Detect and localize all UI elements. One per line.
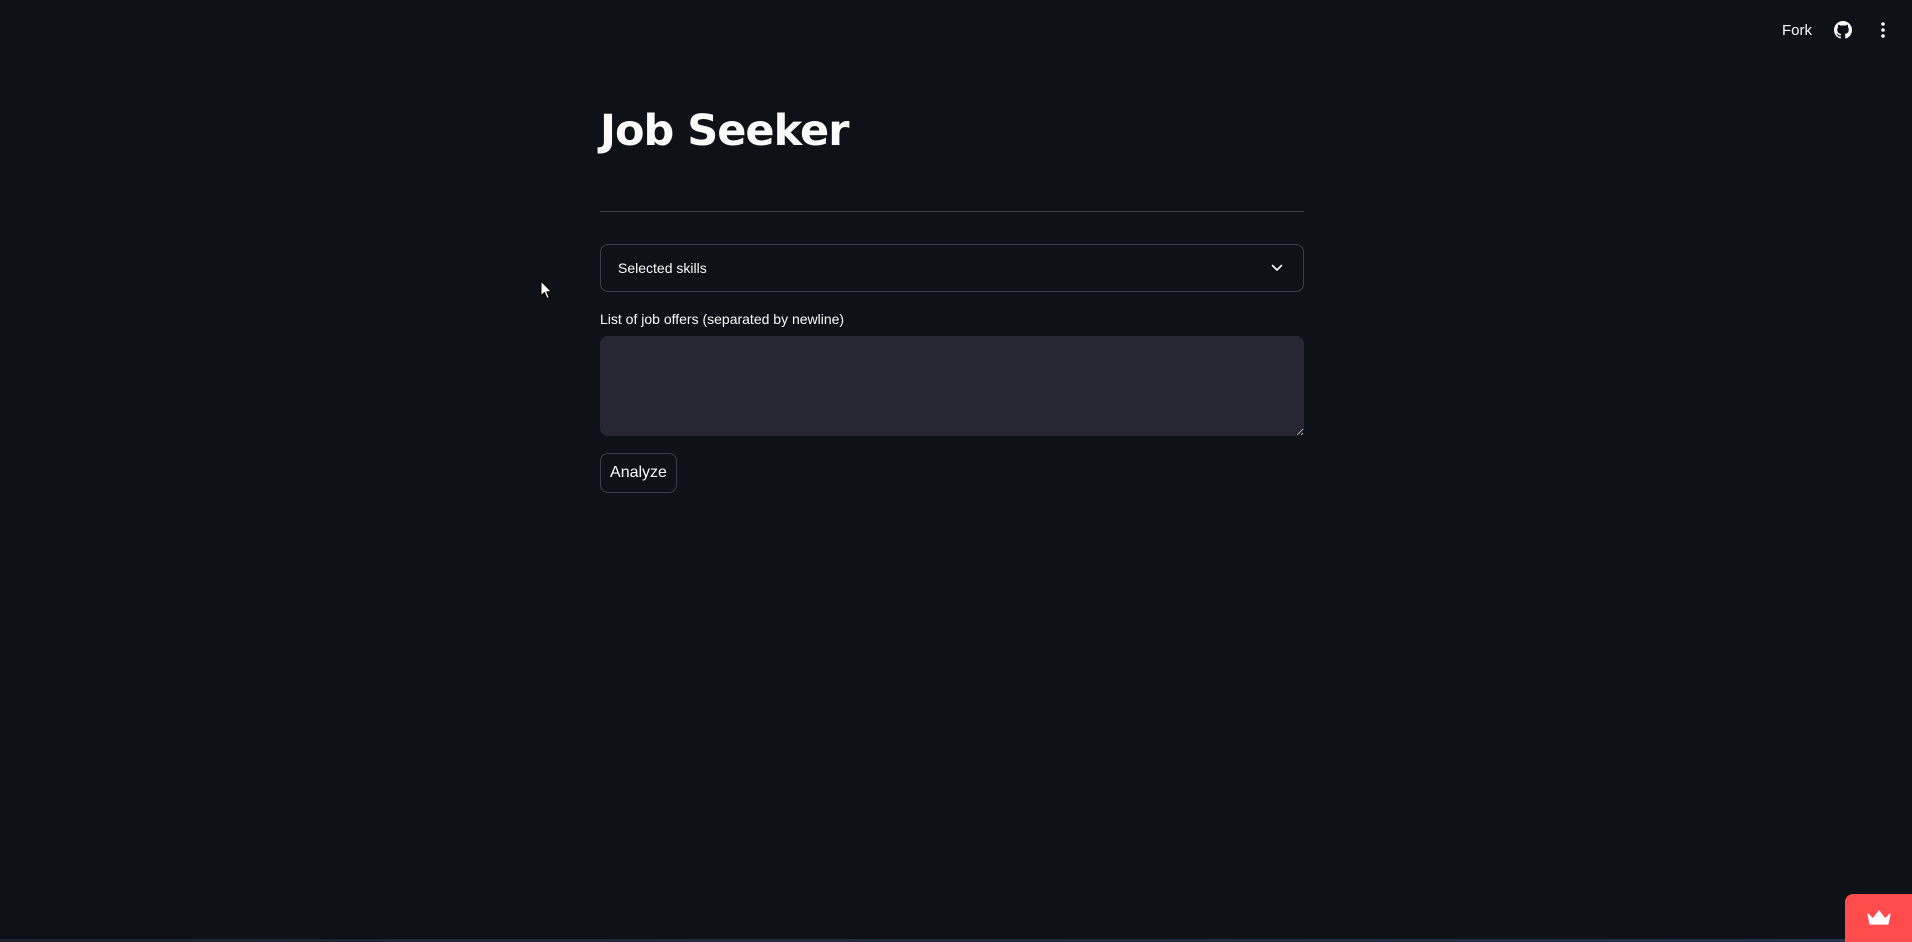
streamlit-badge[interactable]	[1845, 894, 1912, 942]
selected-skills-placeholder: Selected skills	[618, 260, 707, 276]
job-offers-label: List of job offers (separated by newline…	[600, 311, 845, 327]
analyze-button[interactable]: Analyze	[600, 453, 677, 493]
app-page: Fork Job Seeker Selected skills List of …	[0, 0, 1912, 942]
fork-link[interactable]: Fork	[1780, 18, 1814, 43]
selected-skills-select[interactable]: Selected skills	[600, 244, 1304, 292]
mouse-cursor-icon	[540, 280, 552, 299]
divider	[600, 211, 1304, 212]
job-offers-textarea[interactable]	[600, 336, 1304, 436]
crown-icon	[1866, 910, 1891, 925]
top-toolbar: Fork	[1780, 14, 1894, 46]
page-title: Job Seeker	[600, 106, 849, 156]
chevron-down-icon	[1269, 260, 1285, 276]
github-icon[interactable]	[1832, 19, 1854, 41]
kebab-menu-icon[interactable]	[1872, 19, 1894, 41]
